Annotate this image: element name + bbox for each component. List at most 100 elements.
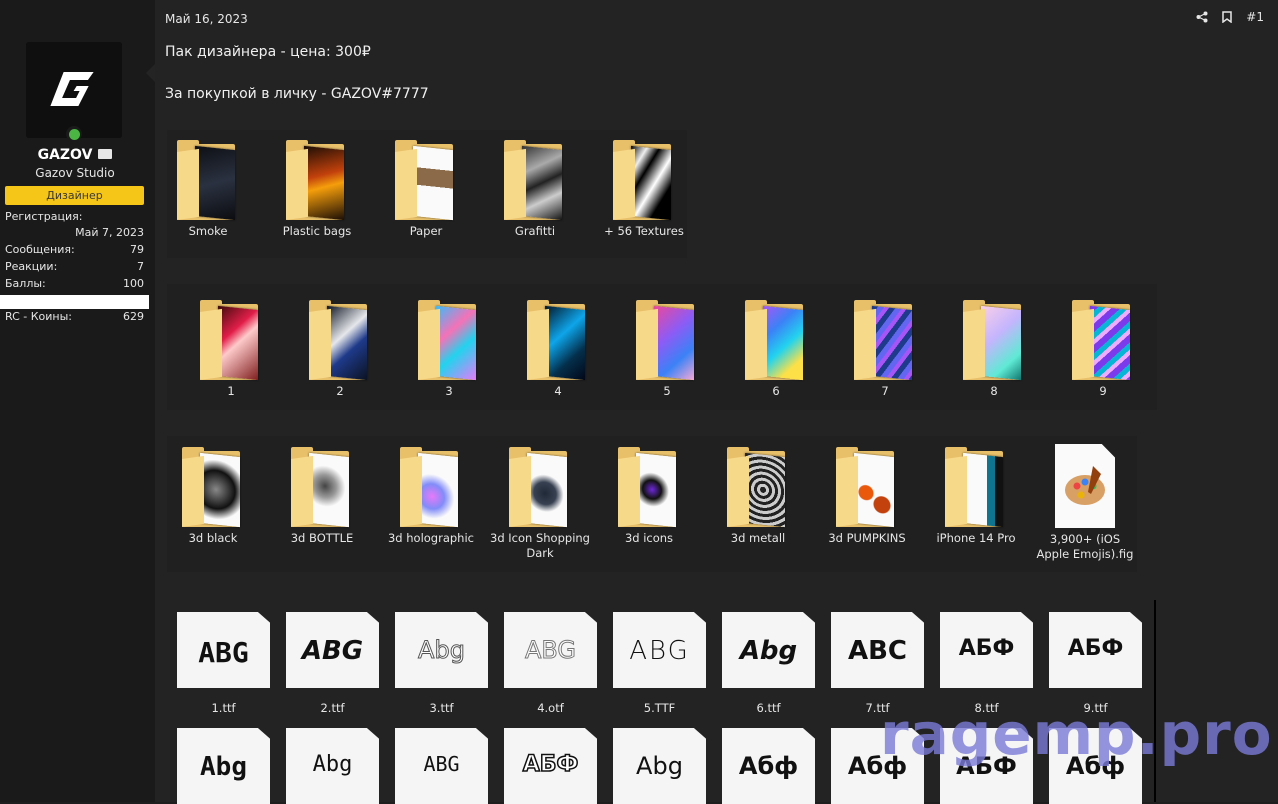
username[interactable]: GAZOV [0, 147, 150, 163]
share-icon[interactable] [1196, 11, 1208, 23]
stat-value: 629 [123, 310, 144, 323]
message-arrow [146, 64, 155, 82]
folder-gradient-5[interactable]: 5 [617, 300, 717, 399]
font-preview-10[interactable]: Abg [177, 728, 270, 804]
folder-label: 2 [336, 384, 344, 398]
folder-icon [291, 447, 353, 528]
post-content: Май 16, 2023 #1 Пак дизайнера - цена: 30… [155, 0, 1278, 804]
stat-label: Сообщения: [5, 243, 75, 256]
folder-icon [200, 300, 262, 381]
folder-iphone-14-pro[interactable]: iPhone 14 Pro [926, 447, 1026, 546]
folder-icon [636, 300, 698, 381]
folder-label: 3d metall [730, 531, 786, 545]
font-preview-7[interactable]: ABC [831, 612, 924, 688]
folder-icon [854, 300, 916, 381]
folder-label: 7 [881, 384, 889, 398]
folder-icon [745, 300, 807, 381]
folder-3d-icons[interactable]: 3d icons [599, 447, 699, 546]
folder-label: 1 [227, 384, 235, 398]
folder-label: Plastic bags [282, 224, 352, 238]
folder-icon [395, 140, 457, 221]
user-sidebar: GAZOV Gazov Studio Дизайнер Регистрация:… [0, 0, 155, 802]
font-file-label: 3.ttf [429, 701, 454, 715]
font-preview-11[interactable]: Abg [286, 728, 379, 804]
folder-paper[interactable]: Paper [376, 140, 476, 239]
folder-label: 8 [990, 384, 998, 398]
message-icon[interactable] [98, 149, 113, 159]
font-sample: Abg [418, 636, 466, 665]
font-preview-12[interactable]: ABG [395, 728, 488, 804]
folder-label: 3d Icon Shopping Dark [490, 531, 590, 560]
font-preview-5[interactable]: ABG [613, 612, 706, 688]
stat-label: Баллы: [5, 277, 46, 290]
folder-icon [400, 447, 462, 528]
font-preview-1[interactable]: ABG [177, 612, 270, 688]
font-file-label: 2.ttf [320, 701, 345, 715]
folder-gradient-1[interactable]: 1 [181, 300, 281, 399]
font-sample: ABG [198, 636, 249, 669]
font-preview-14[interactable]: Abg [613, 728, 706, 804]
font-sample: АБФ [958, 636, 1015, 661]
folder-icon [613, 140, 675, 221]
stat-label: Реакции: [5, 260, 58, 273]
folder-3d-metall[interactable]: 3d metall [708, 447, 808, 546]
stat-reactions: Реакции: 7 [5, 260, 144, 273]
post-contact-line: За покупкой в личку - GAZOV#7777 [165, 86, 429, 102]
avatar[interactable] [26, 42, 122, 138]
folder-3d-black[interactable]: 3d black [163, 447, 263, 546]
font-preview-4[interactable]: ABG [504, 612, 597, 688]
folder-icon [509, 447, 571, 528]
folder-label: Paper [409, 224, 443, 238]
folder-gradient-3[interactable]: 3 [399, 300, 499, 399]
font-preview-9[interactable]: АБФ [1049, 612, 1142, 688]
stat-value: 79 [130, 243, 144, 256]
font-preview-8[interactable]: АБФ [940, 612, 1033, 688]
folder-3d-bottle[interactable]: 3d BOTTLE [272, 447, 372, 546]
fig-file-icon [1055, 444, 1115, 528]
folder-icon [527, 300, 589, 381]
folder-more-textures[interactable]: + 56 Textures [594, 140, 694, 239]
font-sample: Абф [738, 752, 799, 780]
folder-label: + 56 Textures [604, 224, 684, 238]
folder-label: 9 [1099, 384, 1107, 398]
online-status-icon [66, 126, 82, 142]
folder-gradient-2[interactable]: 2 [290, 300, 390, 399]
folder-3d-holographic[interactable]: 3d holographic [381, 447, 481, 546]
font-preview-15[interactable]: Абф [722, 728, 815, 804]
font-preview-6[interactable]: Abg [722, 612, 815, 688]
folder-3d-pumpkins[interactable]: 3d PUMPKINS [817, 447, 917, 546]
post-date[interactable]: Май 16, 2023 [165, 12, 248, 26]
user-title: Gazov Studio [35, 166, 115, 180]
folder-smoke[interactable]: Smoke [158, 140, 258, 239]
folder-3d-icon-shopping-dark[interactable]: 3d Icon Shopping Dark [490, 447, 590, 561]
folder-plastic-bags[interactable]: Plastic bags [267, 140, 367, 239]
post-price-line: Пак дизайнера - цена: 300₽ [165, 44, 371, 60]
folder-grafitti[interactable]: Grafitti [485, 140, 585, 239]
post-number[interactable]: #1 [1246, 10, 1264, 24]
folder-icon [618, 447, 680, 528]
folder-gradient-9[interactable]: 9 [1053, 300, 1153, 399]
bookmark-icon[interactable] [1222, 11, 1233, 23]
folder-gradient-6[interactable]: 6 [726, 300, 826, 399]
file-ios-emojis-fig[interactable]: 3,900+ (iOS Apple Emojis).fig [1035, 444, 1135, 562]
folder-icon [1072, 300, 1134, 381]
folder-gradient-8[interactable]: 8 [944, 300, 1044, 399]
folder-gradient-7[interactable]: 7 [835, 300, 935, 399]
folder-label: 3d BOTTLE [290, 531, 354, 545]
font-preview-2[interactable]: ABG [286, 612, 379, 688]
folder-label: 3d black [188, 531, 238, 545]
watermark: ragemp.pro [880, 700, 1273, 768]
font-preview-13[interactable]: АБФ [504, 728, 597, 804]
file-label: 3,900+ (iOS Apple Emojis).fig [1036, 532, 1134, 561]
font-sample: Abg [636, 752, 683, 780]
folder-gradient-4[interactable]: 4 [508, 300, 608, 399]
font-sample: ABC [847, 636, 908, 666]
folder-icon [418, 300, 480, 381]
stat-rc-coins: RC - Коины: 629 [5, 310, 144, 323]
folder-label: 3 [445, 384, 453, 398]
font-sample: Abg [739, 636, 798, 666]
font-preview-3[interactable]: Abg [395, 612, 488, 688]
folder-label: 3d icons [624, 531, 674, 545]
folder-label: Grafitti [514, 224, 556, 238]
font-sample: ABG [301, 636, 364, 666]
